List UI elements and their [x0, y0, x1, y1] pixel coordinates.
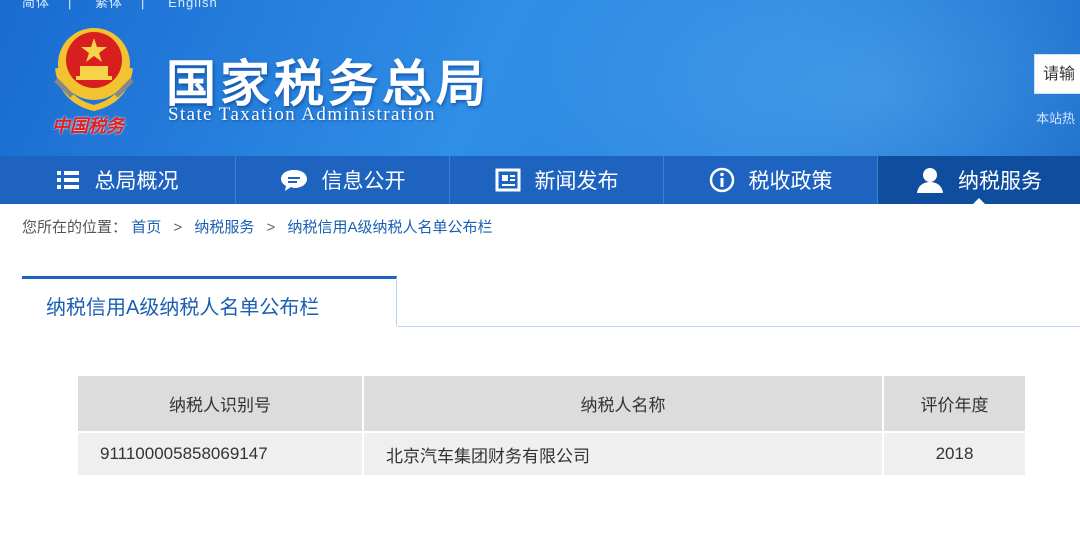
document-icon	[495, 168, 521, 192]
main-nav: 总局概况 信息公开 新闻发布 税收政策 纳税服务	[0, 156, 1080, 205]
column-header-taxpayer-name: 纳税人名称	[364, 376, 882, 431]
nav-item-overview[interactable]: 总局概况	[0, 156, 236, 204]
nav-label: 信息公开	[321, 170, 406, 193]
column-header-taxpayer-id: 纳税人识别号	[78, 376, 362, 431]
breadcrumb-separator: >	[173, 219, 183, 236]
breadcrumb-separator: >	[266, 219, 276, 236]
cell-taxpayer-id: 911100005858069147	[78, 431, 362, 475]
breadcrumb-current[interactable]: 纳税信用A级纳税人名单公布栏	[287, 219, 492, 236]
site-subtitle: State Taxation Administration	[168, 104, 436, 125]
menu-list-icon	[56, 170, 81, 190]
tab-divider	[398, 326, 1080, 327]
nav-label: 新闻发布	[534, 170, 619, 193]
breadcrumb-prefix: 您所在的位置：	[22, 219, 128, 236]
breadcrumb-home[interactable]: 首页	[131, 219, 161, 236]
search-input[interactable]: 请输	[1034, 54, 1080, 94]
column-header-eval-year: 评价年度	[884, 376, 1025, 431]
nav-label: 税收政策	[748, 170, 833, 193]
breadcrumb: 您所在的位置： 首页 > 纳税服务 > 纳税信用A级纳税人名单公布栏	[22, 216, 492, 237]
chat-bubble-icon	[280, 168, 308, 192]
search-hint: 本站热	[1036, 111, 1076, 126]
nav-item-taxpayer-service[interactable]: 纳税服务	[878, 156, 1080, 205]
cell-eval-year: 2018	[884, 431, 1025, 475]
site-header: 简体 | 繁体 | English 中国税务 国家税务总局 State Taxati…	[0, 0, 1080, 156]
nav-label: 总局概况	[94, 170, 179, 193]
logo-caption: 中国税务	[52, 116, 124, 137]
national-emblem-icon	[54, 28, 134, 112]
user-icon	[916, 167, 944, 193]
breadcrumb-taxpayer-service[interactable]: 纳税服务	[194, 219, 254, 236]
nav-item-news[interactable]: 新闻发布	[450, 156, 664, 204]
taxpayer-table: 纳税人识别号 纳税人名称 评价年度 911100005858069147 北京汽…	[76, 376, 1027, 475]
nav-label: 纳税服务	[958, 170, 1042, 193]
lang-link-simplified[interactable]: 简体	[22, 0, 50, 10]
tab-label: 纳税信用A级纳税人名单公布栏	[46, 297, 320, 319]
language-links: 简体 | 繁体 | English	[22, 0, 236, 11]
info-circle-icon	[709, 167, 735, 193]
table-header-row: 纳税人识别号 纳税人名称 评价年度	[78, 376, 1025, 431]
table-row: 911100005858069147 北京汽车集团财务有限公司 2018	[78, 431, 1025, 475]
lang-link-traditional[interactable]: 繁体	[95, 0, 123, 10]
tab-a-level-taxpayers[interactable]: 纳税信用A级纳税人名单公布栏	[22, 276, 397, 326]
nav-item-policy[interactable]: 税收政策	[664, 156, 878, 204]
cell-taxpayer-name: 北京汽车集团财务有限公司	[364, 431, 882, 475]
lang-link-english[interactable]: English	[168, 0, 218, 10]
nav-item-info[interactable]: 信息公开	[236, 156, 450, 204]
